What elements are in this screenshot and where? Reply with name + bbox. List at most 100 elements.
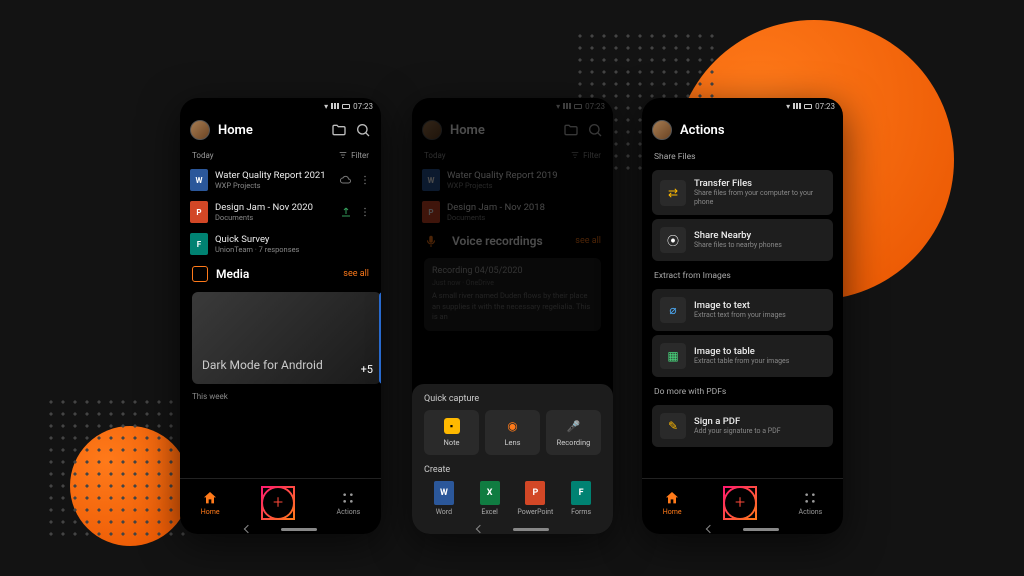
battery-icon — [804, 104, 812, 109]
nav-home[interactable]: Home — [201, 490, 220, 516]
create-powerpoint[interactable]: PPowerPoint — [516, 481, 556, 516]
back-icon[interactable] — [243, 525, 251, 533]
create-label: Create — [424, 465, 601, 475]
nav-home[interactable]: Home — [663, 490, 682, 516]
word-icon: W — [422, 169, 440, 191]
file-row-word[interactable]: W Water Quality Report 2021WXP Projects — [180, 164, 381, 196]
more-icon[interactable] — [359, 206, 371, 218]
fab-add[interactable]: + — [723, 486, 757, 520]
file-sub: WXP Projects — [215, 181, 333, 190]
search-icon[interactable] — [587, 122, 603, 138]
nearby-icon: ⦿ — [660, 227, 686, 253]
fab-add[interactable]: + — [261, 486, 295, 520]
create-word[interactable]: WWord — [424, 481, 464, 516]
nav-actions[interactable]: Actions — [799, 490, 823, 516]
tile-recording[interactable]: 🎤Recording — [546, 410, 601, 455]
media-card[interactable]: Dark Mode for Android +5 — [192, 292, 381, 384]
action-sub: Extract text from your images — [694, 311, 825, 320]
excel-icon: X — [480, 481, 500, 505]
file-sub: WXP Projects — [447, 181, 603, 190]
voice-sub: Just now · OneDrive — [432, 279, 593, 287]
more-icon[interactable] — [359, 174, 371, 186]
action-title: Image to text — [694, 300, 825, 311]
filter-button[interactable]: Filter — [570, 150, 601, 160]
create-forms[interactable]: FForms — [561, 481, 601, 516]
bottom-nav: Home + Actions — [180, 478, 381, 526]
media-next-card[interactable] — [379, 292, 381, 384]
create-excel[interactable]: XExcel — [470, 481, 510, 516]
section-today: Today Filter — [180, 146, 381, 164]
tile-note[interactable]: ▪Note — [424, 410, 479, 455]
filter-button[interactable]: Filter — [338, 150, 369, 160]
file-row-ppt[interactable]: P Design Jam - Nov 2018Documents — [412, 196, 613, 228]
mic-icon — [424, 234, 438, 248]
action-sub: Share files from your computer to your p… — [694, 189, 825, 207]
share-files-label: Share Files — [642, 146, 843, 166]
mic-icon: 🎤 — [566, 418, 582, 434]
word-icon: W — [190, 169, 208, 191]
file-sub: UnionTeam · 7 responses — [215, 245, 371, 254]
lens-icon: ◉ — [505, 418, 521, 434]
transfer-icon: ⇄ — [660, 180, 686, 206]
file-title: Water Quality Report 2019 — [447, 170, 603, 181]
media-count: +5 — [361, 363, 373, 376]
folder-icon[interactable] — [331, 122, 347, 138]
file-title: Design Jam - Nov 2020 — [215, 202, 333, 213]
tile-lens[interactable]: ◉Lens — [485, 410, 540, 455]
status-bar: ▾ 07:23 — [180, 98, 381, 114]
voice-card[interactable]: Recording 04/05/2020 Just now · OneDrive… — [424, 258, 601, 331]
avatar[interactable] — [652, 120, 672, 140]
share-icon[interactable] — [340, 206, 352, 218]
file-sub: Documents — [215, 213, 333, 222]
folder-icon[interactable] — [563, 122, 579, 138]
note-icon: ▪ — [444, 418, 460, 434]
home-pill[interactable] — [743, 528, 779, 531]
bottom-sheet: Quick capture ▪Note ◉Lens 🎤Recording Cre… — [412, 384, 613, 534]
system-bar — [477, 526, 549, 532]
action-image-to-text[interactable]: ⌀ Image to textExtract text from your im… — [652, 289, 833, 331]
file-sub: Documents — [447, 213, 603, 222]
powerpoint-icon: P — [422, 201, 440, 223]
cell-icon — [563, 103, 571, 109]
action-sign-pdf[interactable]: ✎ Sign a PDFAdd your signature to a PDF — [652, 405, 833, 447]
avatar[interactable] — [422, 120, 442, 140]
file-title: Design Jam - Nov 2018 — [447, 202, 603, 213]
dots-bottom-left — [45, 396, 185, 536]
powerpoint-icon: P — [525, 481, 545, 505]
image-table-icon: ▦ — [660, 343, 686, 369]
voice-label: Voice recordings — [452, 234, 567, 248]
nav-actions[interactable]: Actions — [337, 490, 361, 516]
voice-body: A small river named Duden flows by their… — [432, 291, 593, 323]
file-row-word[interactable]: W Water Quality Report 2019WXP Projects — [412, 164, 613, 196]
page-title: Home — [450, 123, 555, 138]
powerpoint-icon: P — [190, 201, 208, 223]
avatar[interactable] — [190, 120, 210, 140]
header: Home — [412, 114, 613, 146]
home-pill[interactable] — [281, 528, 317, 531]
action-title: Share Nearby — [694, 230, 825, 241]
file-row-ppt[interactable]: P Design Jam - Nov 2020Documents — [180, 196, 381, 228]
search-icon[interactable] — [355, 122, 371, 138]
file-title: Quick Survey — [215, 234, 371, 245]
see-all-link[interactable]: see all — [343, 269, 369, 279]
cloud-icon[interactable] — [340, 174, 352, 186]
home-pill[interactable] — [513, 528, 549, 531]
header: Home — [180, 114, 381, 146]
back-icon[interactable] — [705, 525, 713, 533]
back-icon[interactable] — [475, 525, 483, 533]
sign-icon: ✎ — [660, 413, 686, 439]
week-label: This week — [180, 388, 381, 405]
file-row-forms[interactable]: F Quick SurveyUnionTeam · 7 responses — [180, 228, 381, 260]
page-title: Home — [218, 123, 323, 138]
quick-capture-label: Quick capture — [424, 394, 601, 404]
phone-actions: ▾ 07:23 Actions Share Files ⇄ Transfer F… — [642, 98, 843, 534]
battery-icon — [342, 104, 350, 109]
action-title: Transfer Files — [694, 178, 825, 189]
action-transfer-files[interactable]: ⇄ Transfer FilesShare files from your co… — [652, 170, 833, 215]
battery-icon — [574, 104, 582, 109]
see-all-link[interactable]: see all — [575, 236, 601, 246]
action-share-nearby[interactable]: ⦿ Share NearbyShare files to nearby phon… — [652, 219, 833, 261]
cell-icon — [331, 103, 339, 109]
voice-section: Voice recordings see all — [412, 228, 613, 254]
action-image-to-table[interactable]: ▦ Image to tableExtract table from your … — [652, 335, 833, 377]
